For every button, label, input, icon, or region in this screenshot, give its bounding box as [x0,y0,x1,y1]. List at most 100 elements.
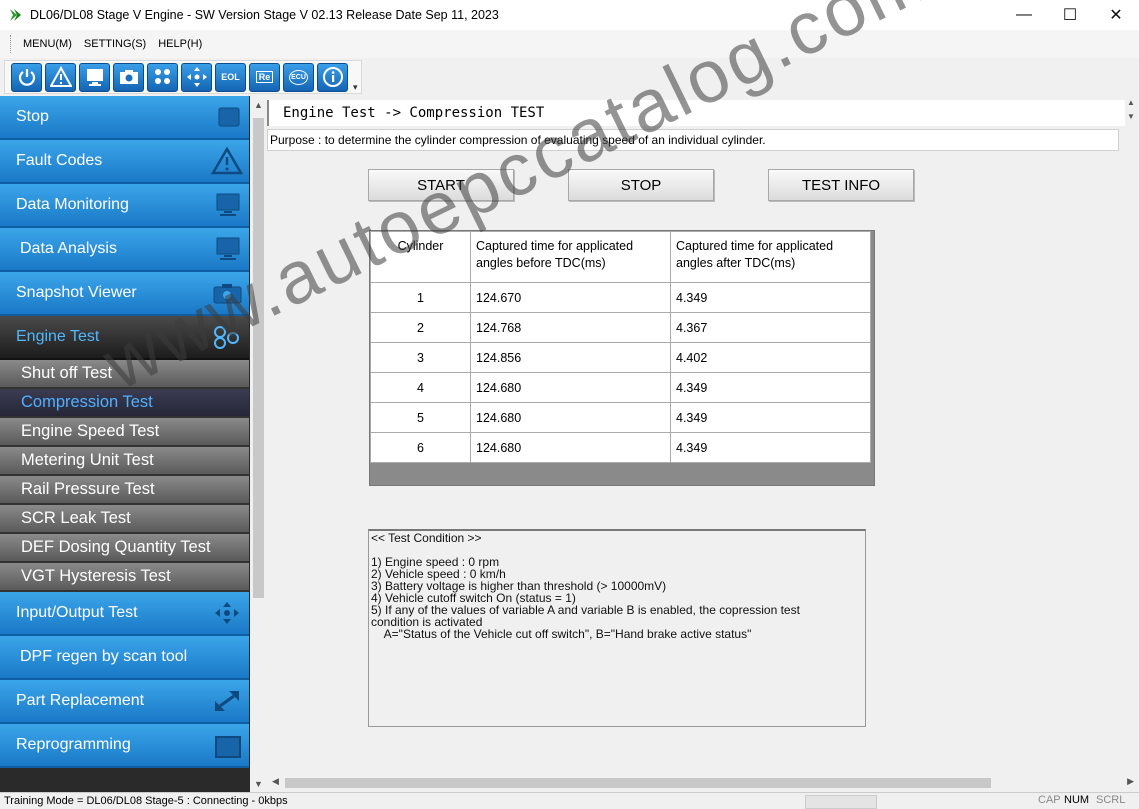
toolbar-power-button[interactable] [11,62,42,92]
hscroll-thumb[interactable] [285,778,991,788]
toolbar-engine-button[interactable] [147,62,178,92]
table-row: 3 124.856 4.402 [370,342,871,373]
toolbar-warning-button[interactable] [45,62,76,92]
content-vscroll[interactable]: ▲ ▼ [1125,96,1139,126]
toolbar-overflow-icon[interactable]: ▾ [353,82,358,93]
status-panel [805,795,877,809]
sidebar-item-dpf-regen[interactable]: DPF regen by scan tool [0,636,249,680]
breadcrumb: Engine Test -> Compression TEST [267,100,1125,126]
maximize-button[interactable]: ☐ [1047,0,1093,30]
sidebar-scrollbar[interactable]: ▲ ▼ [250,96,267,792]
table-row: 2 124.768 4.367 [370,312,871,343]
camera-icon [213,284,242,304]
table-row: 1 124.670 4.349 [370,282,871,313]
table-cell: 4.349 [670,282,871,313]
scroll-up-icon[interactable]: ▲ [1127,98,1135,107]
cap-indicator: CAP [1038,794,1061,806]
toolbar-eol-button[interactable]: EOL [215,62,246,92]
table-cell: 124.670 [470,282,671,313]
sidebar-subitem-rail-pressure-test[interactable]: Rail Pressure Test [0,476,249,505]
column-header: Cylinder [370,231,471,283]
sidebar-item-label: Data Monitoring [16,196,129,213]
sidebar-item-label: Reprogramming [16,736,131,753]
table-header-row: Cylinder Captured time for applicated an… [370,231,871,283]
results-table: Cylinder Captured time for applicated an… [370,231,871,463]
menu-grip [10,35,13,53]
sidebar-item-label: Stop [16,108,49,125]
sidebar-item-data-monitoring[interactable]: Data Monitoring [0,184,249,228]
scroll-down-icon[interactable]: ▼ [1127,112,1135,121]
camera-icon [119,70,138,84]
sidebar-item-label: Engine Test [16,328,100,345]
sidebar-item-label: Input/Output Test [16,604,138,621]
monitor-icon [86,69,103,86]
stop-button[interactable]: STOP [568,169,714,201]
sidebar-subitem-metering-unit-test[interactable]: Metering Unit Test [0,447,249,476]
menu-help[interactable]: HELP(H) [152,38,208,50]
scrl-indicator: SCRL [1096,794,1126,806]
table-cell: 4.367 [670,312,871,343]
sidebar-subitem-engine-speed-test[interactable]: Engine Speed Test [0,418,249,447]
table-cell: 4.349 [670,372,871,403]
power-icon [18,69,35,86]
toolbar-camera-button[interactable] [113,62,144,92]
num-indicator: NUM [1064,794,1090,806]
sidebar-item-engine-test[interactable]: Engine Test [0,316,249,360]
status-text: Training Mode = DL06/DL08 Stage-5 : Conn… [4,795,288,807]
test-info-button[interactable]: TEST INFO [768,169,914,201]
toolbar-ecu-button[interactable]: ECU [283,62,314,92]
table-row: 4 124.680 4.349 [370,372,871,403]
sidebar-item-input-output-test[interactable]: Input/Output Test [0,592,249,636]
toolbar-monitor-button[interactable] [79,62,110,92]
info-icon [322,67,343,87]
sidebar-item-snapshot-viewer[interactable]: Snapshot Viewer [0,272,249,316]
toolbar: EOL Re ECU ▾ [0,58,1139,96]
eol-icon: EOL [221,72,240,82]
minimize-button[interactable]: — [1001,0,1047,30]
move-icon [215,602,239,624]
scroll-down-icon[interactable]: ▼ [250,775,267,792]
menu-setting[interactable]: SETTING(S) [78,38,152,50]
sidebar-item-label: DPF regen by scan tool [20,648,188,665]
scroll-left-icon[interactable]: ◀ [272,776,279,787]
table-cell: 124.680 [470,372,671,403]
sidebar-item-data-analysis[interactable]: Data Analysis [0,228,249,272]
sidebar-subitem-scr-leak-test[interactable]: SCR Leak Test [0,505,249,534]
sidebar-item-reprogramming[interactable]: Reprogramming [0,724,249,768]
table-row: 5 124.680 4.349 [370,402,871,433]
sidebar-item-fault-codes[interactable]: Fault Codes [0,140,249,184]
sidebar-item-stop[interactable]: Stop [0,96,249,140]
sidebar-subitem-compression-test[interactable]: Compression Test [0,389,249,418]
start-button[interactable]: START [368,169,514,201]
title-bar: DL06/DL08 Stage V Engine - SW Version St… [0,0,1139,30]
toolbar-re-button[interactable]: Re [249,62,280,92]
content-hscroll[interactable]: ◀ ▶ [267,774,1139,791]
sidebar-item-part-replacement[interactable]: Part Replacement [0,680,249,724]
table-cell: 6 [370,432,471,463]
sidebar-scroll-thumb[interactable] [253,118,264,598]
app-icon [10,9,21,21]
table-cell: 124.680 [470,402,671,433]
toolbar-move-button[interactable] [181,62,212,92]
table-cell: 124.680 [470,432,671,463]
column-header: Captured time for applicated angles befo… [470,231,671,283]
sidebar-item-label: Fault Codes [16,152,103,169]
sidebar-subitem-shut-off-test[interactable]: Shut off Test [0,360,249,389]
sidebar-subitem-def-dosing-test[interactable]: DEF Dosing Quantity Test [0,534,249,563]
table-cell: 1 [370,282,471,313]
window-title: DL06/DL08 Stage V Engine - SW Version St… [30,8,499,22]
move-icon [186,67,207,87]
toolbar-info-button[interactable] [317,62,348,92]
results-table-container: Cylinder Captured time for applicated an… [369,230,875,486]
scroll-right-icon[interactable]: ▶ [1127,776,1134,787]
sidebar-subitem-vgt-hysteresis-test[interactable]: VGT Hysteresis Test [0,563,249,592]
menu-menu[interactable]: MENU(M) [17,38,78,50]
table-cell: 124.768 [470,312,671,343]
engine-icon [214,326,239,349]
close-button[interactable]: ✕ [1093,0,1139,30]
re-icon [215,736,241,758]
scroll-up-icon[interactable]: ▲ [250,96,267,113]
table-row: 6 124.680 4.349 [370,432,871,463]
table-cell: 4 [370,372,471,403]
ecu-icon: ECU [289,69,308,85]
